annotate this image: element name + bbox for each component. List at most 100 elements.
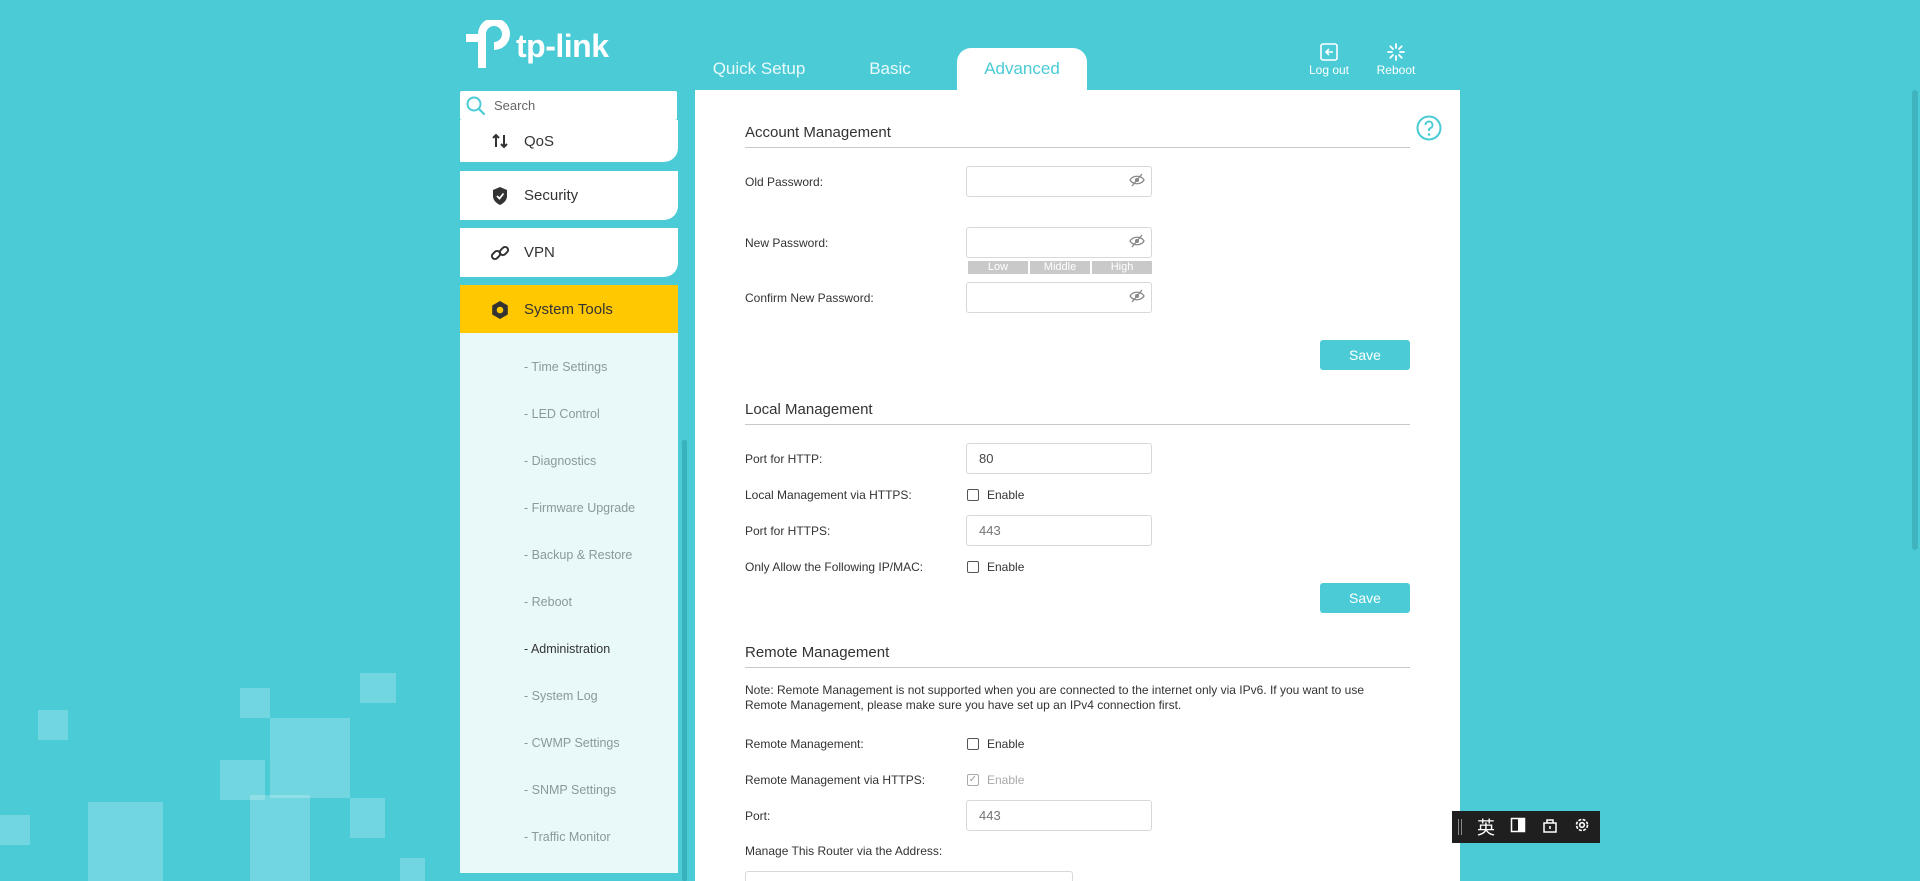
sidebar-item-label: VPN [524, 244, 555, 261]
qos-arrows-icon [486, 131, 514, 151]
background-decoration [250, 795, 310, 881]
sidebar-item-vpn[interactable]: VPN [460, 228, 678, 277]
sidebar-scrollbar-thumb[interactable] [682, 440, 687, 881]
ime-language-toggle[interactable]: 英 [1470, 814, 1502, 840]
sidebar-item-qos[interactable]: QoS [460, 120, 678, 162]
https-port-label: Port for HTTPS: [745, 524, 831, 538]
settings-icon[interactable] [1566, 816, 1598, 839]
background-decoration [350, 798, 385, 838]
submenu-led-control[interactable]: - LED Control [524, 407, 600, 421]
search-icon [466, 96, 486, 115]
checkbox-label: Enable [987, 773, 1025, 787]
background-decoration [270, 718, 350, 798]
remote-port-label: Port: [745, 809, 771, 823]
eye-slash-icon[interactable] [1129, 289, 1145, 308]
https-port-field[interactable] [966, 515, 1152, 546]
password-strength-meter: Low Middle High [968, 261, 1152, 274]
confirm-password-field[interactable] [966, 282, 1152, 313]
checkbox-box[interactable] [967, 738, 979, 750]
sidebar-item-label: QoS [524, 132, 555, 150]
sidebar-item-security[interactable]: Security [460, 171, 678, 220]
http-port-field[interactable] [966, 443, 1152, 474]
tp-link-logo: tp-link [458, 20, 609, 72]
checkbox-box[interactable] [967, 489, 979, 501]
submenu-system-log[interactable]: - System Log [524, 689, 598, 703]
remote-management-label: Remote Management: [745, 737, 864, 751]
remote-management-checkbox[interactable]: Enable [967, 737, 1024, 751]
background-decoration [88, 802, 163, 881]
note-line: Note: Remote Management is not supported… [745, 683, 1365, 697]
gear-icon [486, 300, 514, 320]
submenu-backup-restore[interactable]: - Backup & Restore [524, 548, 632, 562]
new-password-field[interactable] [966, 227, 1152, 258]
strength-low: Low [968, 261, 1028, 274]
system-tools-submenu: - Time Settings - LED Control - Diagnost… [460, 333, 678, 873]
tab-advanced[interactable]: Advanced [957, 48, 1087, 90]
sidebar-item-label: Security [524, 187, 579, 204]
page-scrollbar[interactable] [1912, 90, 1918, 550]
submenu-firmware-upgrade[interactable]: - Firmware Upgrade [524, 501, 635, 515]
shield-icon [486, 186, 514, 206]
reboot-label: Reboot [1376, 63, 1416, 77]
logout-icon [1320, 43, 1338, 61]
logout-button[interactable]: Log out [1299, 42, 1359, 77]
http-port-label: Port for HTTP: [745, 452, 823, 466]
remote-https-checkbox[interactable]: ✓ Enable [967, 773, 1024, 787]
help-icon[interactable] [1416, 115, 1442, 146]
submenu-snmp-settings[interactable]: - SNMP Settings [524, 783, 616, 797]
eye-slash-icon[interactable] [1129, 234, 1145, 253]
account-save-button[interactable]: Save [1320, 340, 1410, 370]
search-input[interactable] [494, 98, 664, 113]
logout-label: Log out [1308, 63, 1350, 77]
background-decoration [360, 673, 396, 703]
sidebar-item-system-tools[interactable]: System Tools [460, 285, 678, 334]
tab-quick-setup[interactable]: Quick Setup [704, 48, 814, 90]
local-management-title: Local Management [745, 401, 1410, 425]
remote-address-label: Manage This Router via the Address: [745, 844, 943, 858]
background-decoration [38, 710, 68, 740]
old-password-field[interactable] [966, 166, 1152, 197]
checkbox-box[interactable] [967, 561, 979, 573]
local-https-checkbox[interactable]: Enable [967, 488, 1024, 502]
ime-grip-icon[interactable] [1458, 819, 1462, 835]
submenu-reboot[interactable]: - Reboot [524, 595, 572, 609]
confirm-password-label: Confirm New Password: [745, 291, 874, 305]
local-save-button[interactable]: Save [1320, 583, 1410, 613]
old-password-label: Old Password: [745, 175, 824, 189]
eye-slash-icon[interactable] [1129, 173, 1145, 192]
background-decoration [220, 760, 265, 800]
local-https-label: Local Management via HTTPS: [745, 488, 912, 502]
remote-management-title: Remote Management [745, 644, 1410, 668]
checkbox-label: Enable [987, 737, 1025, 751]
remote-address-field[interactable] [745, 871, 1073, 881]
checkbox-label: Enable [987, 560, 1025, 574]
tab-basic[interactable]: Basic [850, 48, 930, 90]
half-full-width-icon[interactable] [1502, 817, 1534, 838]
sidebar-search [460, 91, 677, 120]
strength-high: High [1092, 261, 1152, 274]
ipmac-checkbox[interactable]: Enable [967, 560, 1024, 574]
tp-link-logo-mark-icon [466, 20, 510, 68]
background-decoration [240, 688, 270, 718]
account-management-title: Account Management [745, 124, 1410, 148]
ime-tools-icon[interactable] [1534, 817, 1566, 838]
strength-middle: Middle [1030, 261, 1090, 274]
checkbox-box[interactable]: ✓ [967, 774, 979, 786]
note-line: Remote Management, please make sure you … [745, 698, 1182, 712]
submenu-diagnostics[interactable]: - Diagnostics [524, 454, 596, 468]
remote-https-label: Remote Management via HTTPS: [745, 773, 926, 787]
background-decoration [0, 815, 30, 845]
reboot-button[interactable]: Reboot [1366, 42, 1426, 77]
remote-management-note: Note: Remote Management is not supported… [745, 683, 1405, 713]
brand-name: tp-link [516, 27, 609, 64]
submenu-time-settings[interactable]: - Time Settings [524, 360, 607, 374]
submenu-traffic-monitor[interactable]: - Traffic Monitor [524, 830, 611, 844]
new-password-label: New Password: [745, 236, 829, 250]
ipmac-label: Only Allow the Following IP/MAC: [745, 560, 924, 574]
link-icon [486, 243, 514, 263]
ime-toolbar: 英 [1452, 811, 1600, 843]
remote-port-field[interactable] [966, 800, 1152, 831]
sidebar-item-label: System Tools [524, 301, 613, 318]
submenu-cwmp-settings[interactable]: - CWMP Settings [524, 736, 620, 750]
submenu-administration[interactable]: - Administration [524, 642, 610, 656]
